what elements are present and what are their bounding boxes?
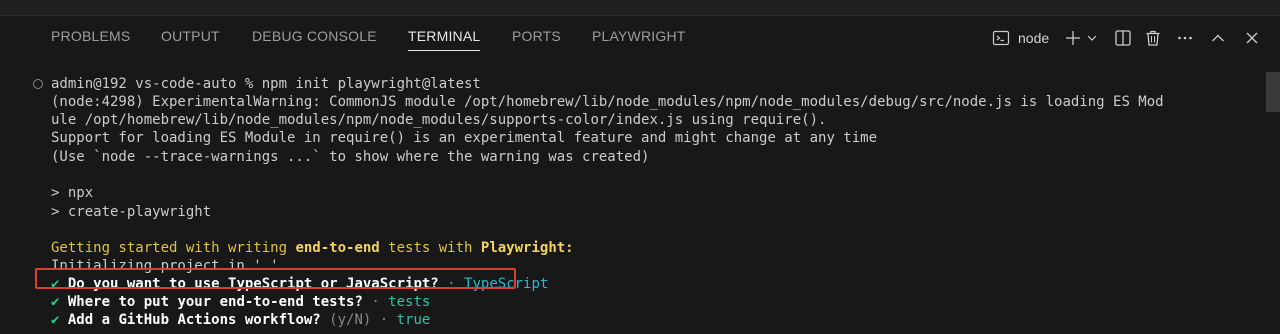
close-panel-button[interactable]	[1241, 26, 1263, 50]
check-icon: ✔	[51, 294, 60, 310]
terminal-icon	[992, 29, 1010, 47]
getting-started-text: Getting started with writing	[51, 240, 296, 256]
question-line: ✔ Where to put your end-to-end tests? · …	[51, 293, 430, 311]
getting-started-bold: end-to-end	[295, 240, 380, 256]
more-actions-button[interactable]	[1174, 26, 1196, 50]
tab-terminal[interactable]: TERMINAL	[408, 28, 481, 51]
highlight-annotation-box	[35, 268, 516, 289]
terminal-output[interactable]: admin@192 vs-code-auto % npm init playwr…	[0, 58, 1266, 334]
terminal-name: node	[1018, 30, 1050, 46]
top-strip	[0, 0, 1280, 16]
trash-icon	[1144, 29, 1162, 47]
chevron-up-icon	[1210, 30, 1226, 46]
more-icon	[1176, 29, 1194, 47]
terminal-warning-line: (node:4298) ExperimentalWarning: CommonJ…	[51, 94, 1164, 110]
terminal-warning-line: ule /opt/homebrew/lib/node_modules/npm/n…	[51, 112, 827, 128]
new-terminal-button[interactable]	[1062, 26, 1084, 50]
question-text: Add a GitHub Actions workflow?	[67, 312, 321, 328]
terminal-npx-line: > create-playwright	[51, 204, 212, 220]
tab-problems[interactable]: PROBLEMS	[51, 28, 130, 44]
terminal-scrollbar[interactable]	[1266, 72, 1280, 334]
question-separator: ·	[371, 312, 397, 328]
kill-terminal-button[interactable]	[1142, 26, 1164, 50]
tab-debug-console[interactable]: DEBUG CONSOLE	[252, 28, 377, 44]
question-text: Where to put your end-to-end tests?	[67, 294, 363, 310]
split-icon	[1114, 29, 1132, 47]
question-answer: true	[396, 312, 431, 328]
command-decoration-icon[interactable]	[33, 79, 43, 89]
plus-icon	[1064, 29, 1082, 47]
maximize-panel-button[interactable]	[1207, 26, 1229, 50]
question-line: ✔ Add a GitHub Actions workflow? (y/N) ·…	[51, 311, 430, 329]
scrollbar-thumb[interactable]	[1266, 72, 1280, 112]
split-terminal-button[interactable]	[1112, 26, 1134, 50]
close-icon	[1244, 30, 1260, 46]
question-hint: (y/N)	[320, 312, 372, 328]
terminal-panel: PROBLEMS OUTPUT DEBUG CONSOLE TERMINAL P…	[0, 16, 1280, 334]
question-answer: tests	[388, 294, 431, 310]
terminal-selector-button[interactable]: node	[992, 26, 1066, 50]
chevron-down-icon	[1086, 32, 1098, 44]
getting-started-line: Getting started with writing end-to-end …	[51, 239, 574, 257]
check-icon: ✔	[51, 312, 60, 328]
terminal-prompt-line: admin@192 vs-code-auto % npm init playwr…	[51, 76, 481, 92]
terminal-warning-line: Support for loading ES Module in require…	[51, 130, 878, 146]
panel-tab-bar: PROBLEMS OUTPUT DEBUG CONSOLE TERMINAL P…	[0, 16, 1280, 58]
getting-started-text: tests with	[379, 240, 481, 256]
tab-ports[interactable]: PORTS	[512, 28, 561, 44]
terminal-warning-line: (Use `node --trace-warnings ...` to show…	[51, 149, 650, 165]
tab-output[interactable]: OUTPUT	[161, 28, 220, 44]
tab-playwright[interactable]: PLAYWRIGHT	[592, 28, 686, 44]
terminal-dropdown-button[interactable]	[1085, 26, 1099, 50]
getting-started-bold: Playwright:	[480, 240, 574, 256]
terminal-actions: node	[990, 26, 1270, 50]
question-separator: ·	[362, 294, 389, 310]
terminal-npx-line: > npx	[51, 185, 94, 201]
